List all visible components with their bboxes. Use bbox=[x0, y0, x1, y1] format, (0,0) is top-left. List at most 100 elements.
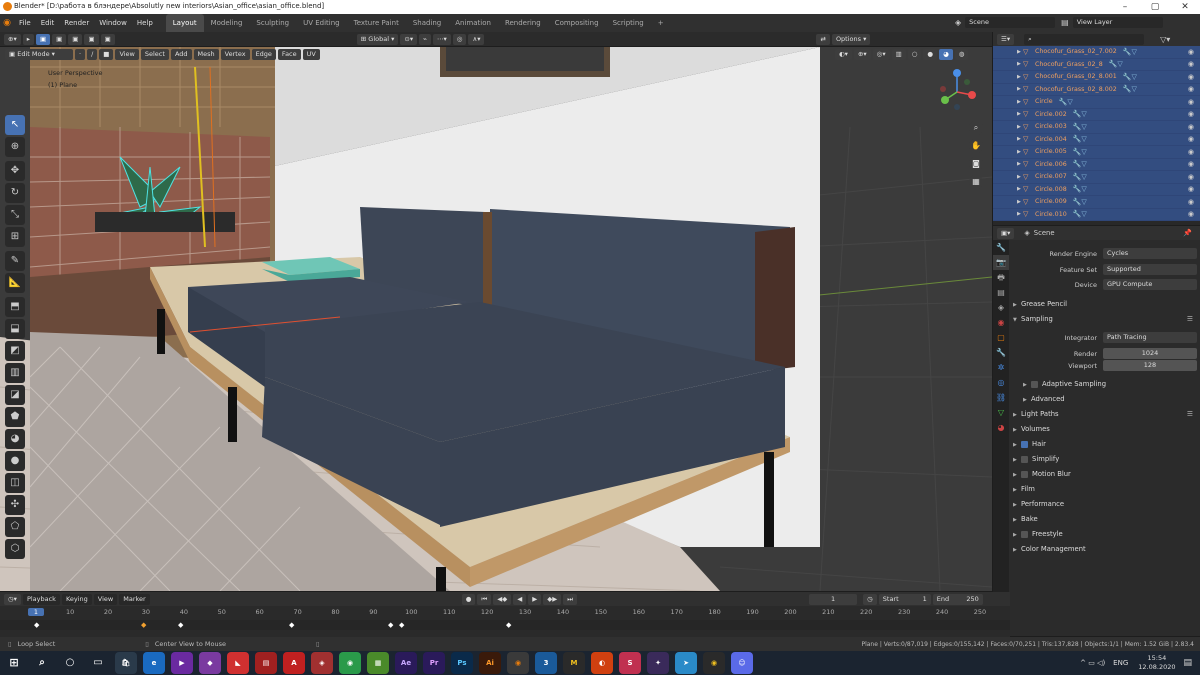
3dsmax-icon[interactable]: ◈ bbox=[311, 652, 333, 674]
editor-type-icon[interactable]: ⊕▾ bbox=[4, 33, 21, 45]
timeline-editor-icon[interactable]: ◷▾ bbox=[4, 593, 21, 605]
visibility-eye-icon[interactable]: ◉ bbox=[1188, 48, 1194, 56]
media-player-icon[interactable]: ▶ bbox=[171, 652, 193, 674]
scene-selector[interactable]: Scene bbox=[965, 17, 1056, 28]
keyframe-marker[interactable]: ◆ bbox=[34, 621, 39, 629]
outliner-item[interactable]: ▶ ▽ Circle.005 🔧▽ ◉ bbox=[993, 146, 1200, 159]
sampling-presets-icon[interactable]: ☰ bbox=[1187, 312, 1193, 326]
inset-tool-icon[interactable]: ⬓ bbox=[5, 319, 25, 339]
keyframe-marker[interactable]: ◆ bbox=[399, 621, 404, 629]
expand-arrow-icon[interactable]: ▶ bbox=[1017, 174, 1021, 180]
next-key-icon[interactable]: ◆▶ bbox=[543, 593, 562, 605]
visibility-eye-icon[interactable]: ◉ bbox=[1188, 173, 1194, 181]
search-icon[interactable]: ⌕ bbox=[31, 652, 53, 674]
select-box-icon[interactable]: ▣ bbox=[35, 33, 51, 45]
illustrator-icon[interactable]: Ai bbox=[479, 652, 501, 674]
integrator-dropdown[interactable]: Path Tracing bbox=[1103, 332, 1197, 343]
menu-playback[interactable]: Playback bbox=[22, 593, 60, 605]
mode-selector[interactable]: ▣ Edit Mode ▾ bbox=[5, 49, 73, 60]
cortana-icon[interactable]: ○ bbox=[59, 652, 81, 674]
outliner-search-input[interactable]: ⌕ bbox=[1024, 33, 1145, 45]
object-tab-icon[interactable]: ▢ bbox=[993, 330, 1009, 345]
pdf-icon[interactable]: ◣ bbox=[227, 652, 249, 674]
pivot-icon[interactable]: ⊙▾ bbox=[400, 33, 418, 45]
proportional-edit-icon[interactable]: ◎ bbox=[452, 33, 467, 45]
simplify-section[interactable]: ▶ Simplify bbox=[1013, 452, 1197, 466]
close-icon[interactable]: ✕ bbox=[1170, 0, 1200, 14]
language-indicator[interactable]: ENG bbox=[1113, 659, 1128, 667]
solid-shading-icon[interactable]: ● bbox=[923, 49, 938, 60]
menu-mesh[interactable]: Mesh bbox=[193, 49, 219, 60]
windows-start-icon[interactable]: ⊞ bbox=[3, 652, 25, 674]
visibility-eye-icon[interactable]: ◉ bbox=[1188, 85, 1194, 93]
outliner-item[interactable]: ▶ ▽ Circle.007 🔧▽ ◉ bbox=[993, 171, 1200, 184]
shear-tool-icon[interactable]: ⬠ bbox=[5, 517, 25, 537]
menu-face[interactable]: Face bbox=[277, 49, 301, 60]
wireframe-shading-icon[interactable]: ○ bbox=[907, 49, 922, 60]
after-effects-icon[interactable]: Ae bbox=[395, 652, 417, 674]
tray-icons[interactable]: ^ ▭ ◁) bbox=[1080, 659, 1105, 667]
gizmo-icon[interactable]: ⊕▾ bbox=[853, 49, 871, 60]
expand-arrow-icon[interactable]: ▶ bbox=[1017, 161, 1021, 167]
outliner-item[interactable]: ▶ ▽ Chocofur_Grass_02_7.002 🔧▽ ◉ bbox=[993, 46, 1200, 59]
visibility-eye-icon[interactable]: ◉ bbox=[1188, 60, 1194, 68]
face-select-icon[interactable]: ■ bbox=[99, 49, 114, 60]
visibility-eye-icon[interactable]: ◉ bbox=[1188, 98, 1194, 106]
select-box-tool-icon[interactable]: ↖ bbox=[5, 115, 25, 135]
scene-tab-icon[interactable]: ◈ bbox=[993, 300, 1009, 315]
particles-tab-icon[interactable]: ✲ bbox=[993, 360, 1009, 375]
hair-checkbox[interactable] bbox=[1021, 440, 1028, 448]
record-icon[interactable]: ● bbox=[461, 593, 476, 605]
cursor-tool-icon[interactable]: ⊕ bbox=[5, 137, 25, 157]
notifications-icon[interactable]: ▤ bbox=[1183, 658, 1192, 668]
material-tab-icon[interactable]: ◕ bbox=[993, 420, 1009, 435]
options-dropdown[interactable]: Options ▾ bbox=[831, 33, 871, 45]
rip-tool-icon[interactable]: ⬡ bbox=[5, 539, 25, 559]
filter-icon[interactable]: ▽▾ bbox=[1160, 35, 1170, 44]
preview-range-icon[interactable]: ◷ bbox=[863, 593, 877, 605]
tab-layout[interactable]: Layout bbox=[165, 14, 204, 32]
winrar-icon[interactable]: ▤ bbox=[255, 652, 277, 674]
tab-compositing[interactable]: Compositing bbox=[548, 14, 606, 32]
snap-icon[interactable]: ⌁ bbox=[419, 33, 432, 45]
menu-timeline-view[interactable]: View bbox=[93, 593, 118, 605]
menu-select[interactable]: Select bbox=[140, 49, 169, 60]
pan-hand-icon[interactable]: ✋ bbox=[969, 139, 983, 153]
telegram-icon[interactable]: ➤ bbox=[675, 652, 697, 674]
edge-slide-tool-icon[interactable]: ◫ bbox=[5, 473, 25, 493]
play-reverse-icon[interactable]: ◀ bbox=[513, 593, 527, 605]
outliner-item[interactable]: ▶ ▽ Circle.010 🔧▽ ◉ bbox=[993, 208, 1200, 221]
tab-texture-paint[interactable]: Texture Paint bbox=[347, 14, 406, 32]
output-tab-icon[interactable]: 🖶 bbox=[993, 270, 1009, 285]
visibility-eye-icon[interactable]: ◉ bbox=[1188, 210, 1194, 218]
start-frame-field[interactable]: Start 1 bbox=[878, 593, 931, 605]
volumes-section[interactable]: ▶ Volumes bbox=[1013, 422, 1197, 436]
expand-arrow-icon[interactable]: ▶ bbox=[1017, 111, 1021, 117]
outliner-item[interactable]: ▶ ▽ Circle.002 🔧▽ ◉ bbox=[993, 108, 1200, 121]
discord-icon[interactable]: ☺ bbox=[731, 652, 753, 674]
keyframe-track[interactable]: ◆ ◆ ◆ ◆ ◆ ◆ ◆ bbox=[0, 620, 1010, 630]
properties-editor-icon[interactable]: ▣▾ bbox=[997, 227, 1015, 239]
keyframe-marker[interactable]: ◆ bbox=[178, 621, 183, 629]
expand-arrow-icon[interactable]: ▶ bbox=[1017, 86, 1021, 92]
pin-icon[interactable]: 📌 bbox=[1183, 229, 1192, 237]
visibility-eye-icon[interactable]: ◉ bbox=[1188, 160, 1194, 168]
expand-arrow-icon[interactable]: ▶ bbox=[1017, 99, 1021, 105]
sampling-section[interactable]: ▼ Sampling ☰ bbox=[1013, 312, 1197, 326]
advanced-section[interactable]: ▶ Advanced bbox=[1023, 392, 1200, 406]
outliner-item[interactable]: ▶ ▽ Circle.009 🔧▽ ◉ bbox=[993, 196, 1200, 209]
app2-icon[interactable]: S bbox=[619, 652, 641, 674]
device-dropdown[interactable]: GPU Compute bbox=[1103, 279, 1197, 290]
expand-arrow-icon[interactable]: ▶ bbox=[1017, 49, 1021, 55]
expand-arrow-icon[interactable]: ▶ bbox=[1017, 186, 1021, 192]
data-tab-icon[interactable]: ▽ bbox=[993, 405, 1009, 420]
visibility-eye-icon[interactable]: ◉ bbox=[1188, 185, 1194, 193]
3ds-icon[interactable]: 3 bbox=[535, 652, 557, 674]
visibility-eye-icon[interactable]: ◉ bbox=[1188, 135, 1194, 143]
select-invert-icon[interactable]: ▣ bbox=[84, 33, 99, 45]
overlay-icon[interactable]: ◎▾ bbox=[872, 49, 890, 60]
outliner-item[interactable]: ▶ ▽ Circle 🔧▽ ◉ bbox=[993, 96, 1200, 109]
visibility-eye-icon[interactable]: ◉ bbox=[1188, 110, 1194, 118]
visibility-eye-icon[interactable]: ◉ bbox=[1188, 148, 1194, 156]
menu-add[interactable]: Add bbox=[170, 49, 192, 60]
